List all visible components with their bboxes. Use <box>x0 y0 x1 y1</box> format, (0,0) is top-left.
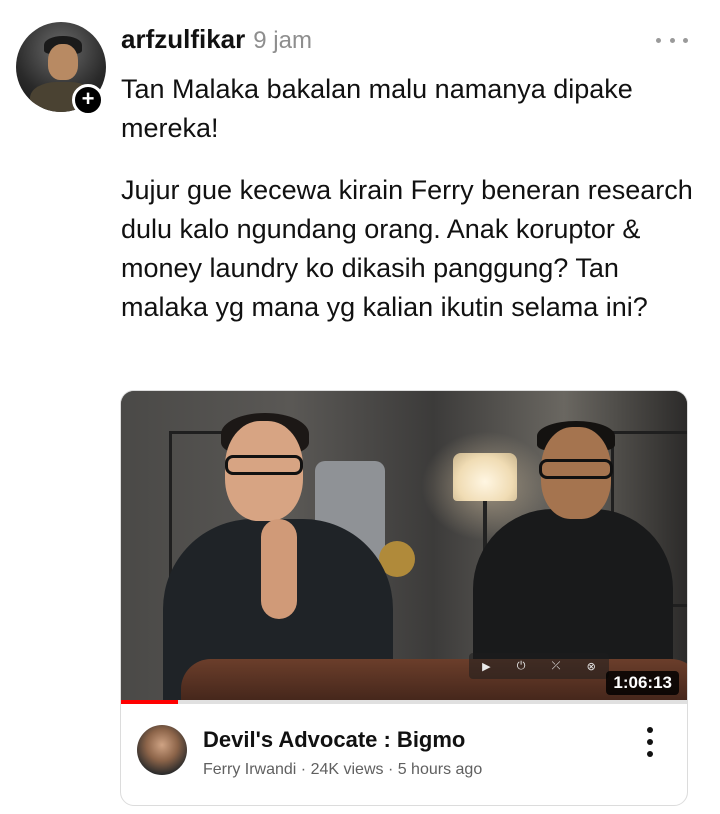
post-timestamp: 9 jam <box>253 27 312 54</box>
dot <box>647 751 653 757</box>
avatar-face <box>48 44 78 80</box>
power-icon[interactable]: ⏻ <box>517 659 526 673</box>
video-title[interactable]: Devil's Advocate : Bigmo <box>203 727 465 753</box>
dot <box>647 739 653 745</box>
watch-progress-bar <box>121 700 687 704</box>
video-info: Devil's Advocate : Bigmo Ferry Irwandi ·… <box>121 705 687 805</box>
guest-glasses <box>225 455 303 475</box>
guest-hand <box>261 519 297 619</box>
dot <box>647 727 653 733</box>
dot <box>656 38 661 43</box>
watch-progress-fill <box>121 700 178 704</box>
close-icon[interactable]: ⊗ <box>587 660 596 673</box>
threads-post: + arfzulfikar 9 jam Tan Malaka bakalan m… <box>0 0 720 814</box>
dot <box>683 38 688 43</box>
play-icon[interactable]: ▶ <box>482 660 490 673</box>
floor-lamp <box>453 453 517 501</box>
video-thumbnail[interactable]: ▶ ⏻ ⤫ ⊗ 1:06:13 <box>121 391 687 704</box>
video-duration: 1:06:13 <box>606 671 679 695</box>
post-text-paragraph-1: Tan Malaka bakalan malu namanya dipake m… <box>121 74 633 143</box>
more-options-icon[interactable] <box>656 38 688 46</box>
post-text-paragraph-2: Jujur gue kecewa kirain Ferry beneran re… <box>121 175 693 322</box>
collapse-icon[interactable]: ⤫ <box>552 659 561 673</box>
player-controls[interactable]: ▶ ⏻ ⤫ ⊗ <box>469 653 609 679</box>
dot <box>669 38 675 43</box>
more-vertical-icon[interactable] <box>645 727 655 757</box>
post-header: arfzulfikar 9 jam <box>121 24 312 60</box>
host-glasses <box>539 459 613 479</box>
follow-plus-icon[interactable]: + <box>72 84 104 116</box>
video-meta: Ferry Irwandi · 24K views · 5 hours ago <box>203 761 483 778</box>
youtube-video-card[interactable]: ▶ ⏻ ⤫ ⊗ 1:06:13 Devil's Advocate : Bigmo… <box>120 390 688 806</box>
channel-avatar[interactable] <box>137 725 187 775</box>
username[interactable]: arfzulfikar <box>121 24 245 55</box>
